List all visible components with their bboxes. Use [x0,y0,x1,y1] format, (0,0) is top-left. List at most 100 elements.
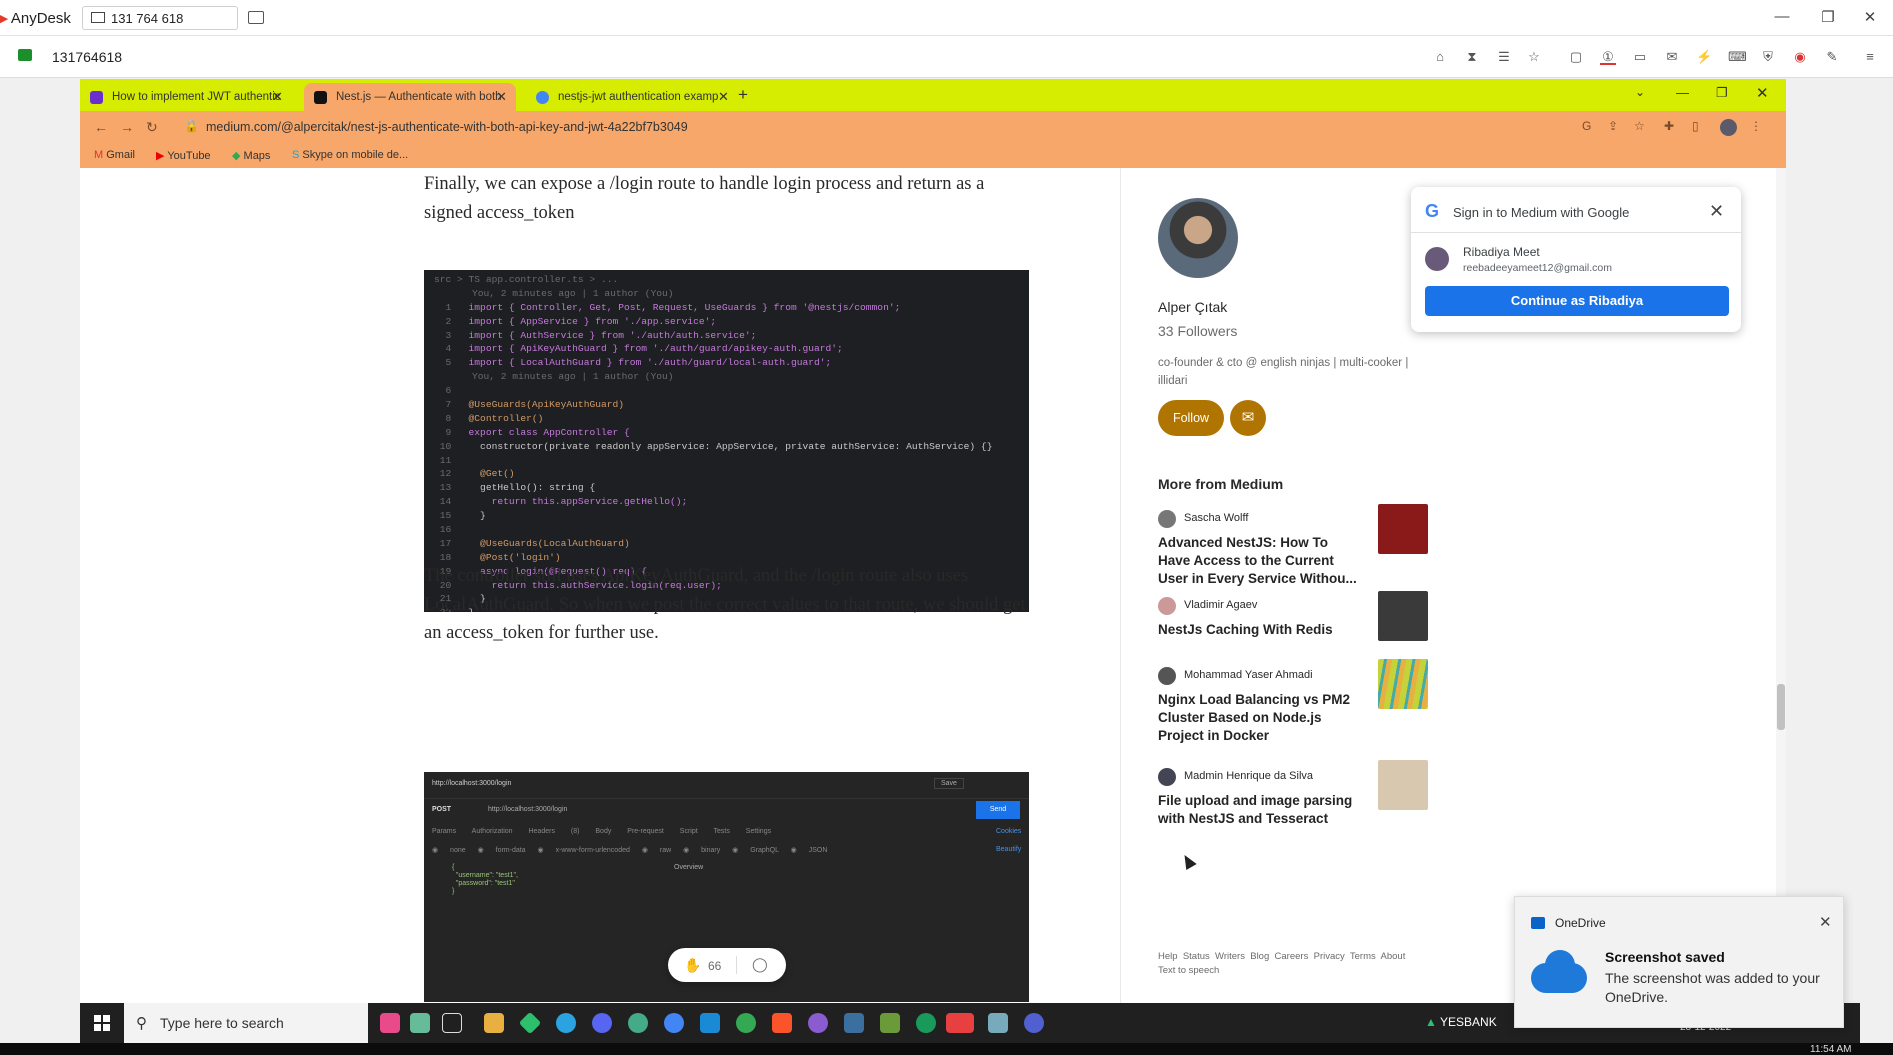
footer-link[interactable]: Privacy [1314,951,1345,962]
browser-close-button[interactable]: ✕ [1756,84,1769,102]
subscribe-email-icon[interactable]: ✉ [1230,400,1266,436]
footer-link[interactable]: Status [1183,951,1210,962]
story-thumbnail[interactable] [1378,591,1428,641]
taskbar-app-icon[interactable] [380,1013,400,1033]
story-title[interactable]: NestJs Caching With Redis [1158,621,1358,639]
story-author[interactable]: Mohammad Yaser Ahmadi [1158,667,1313,685]
star-icon[interactable]: ☆ [1526,49,1542,65]
story-thumbnail[interactable] [1378,760,1428,810]
browser-minimize-button[interactable]: — [1676,85,1689,100]
bookmark-star-icon[interactable]: ☆ [1634,119,1645,133]
footer-link[interactable]: Terms [1350,951,1376,962]
story-thumbnail[interactable] [1378,659,1428,709]
anydesk-address-field[interactable]: 131 764 618 [82,6,238,30]
brave-icon[interactable] [772,1013,792,1033]
continue-as-button[interactable]: Continue as Ribadiya [1425,286,1729,316]
story-title[interactable]: File upload and image parsing with NestJ… [1158,792,1358,828]
restore-button[interactable]: ❐ [1818,8,1838,26]
file-icon[interactable]: ▢ [1568,49,1584,65]
browser-restore-button[interactable]: ❐ [1716,85,1728,101]
bookmark-maps[interactable]: ◆ Maps [232,149,270,162]
footer-link[interactable]: Blog [1250,951,1269,962]
footer-link[interactable]: Help [1158,951,1178,962]
keyboard-icon[interactable]: ⌨ [1728,49,1747,65]
bookmark-youtube[interactable]: ▶ YouTube [156,149,211,162]
close-button[interactable]: ✕ [1860,8,1880,26]
display-icon[interactable]: ▭ [1632,49,1648,65]
follow-button[interactable]: Follow [1158,400,1224,436]
share-icon[interactable]: ⇪ [1608,119,1618,133]
minimize-button[interactable]: — [1772,8,1792,25]
chat-icon[interactable]: ✉ [1664,49,1680,65]
taskbar-app-icon[interactable] [410,1013,430,1033]
chrome-icon[interactable] [664,1013,684,1033]
comment-icon[interactable]: ◯ [752,956,768,973]
postgres-icon[interactable] [844,1013,864,1033]
author-avatar[interactable] [1158,198,1238,278]
bookmark-gmail[interactable]: M Gmail [94,149,135,161]
google-lens-icon[interactable]: G [1582,119,1591,133]
sourcetree-icon[interactable] [518,1011,542,1035]
extensions-icon[interactable]: ✚ [1664,119,1674,133]
page-scrollbar[interactable] [1776,168,1786,1003]
kebab-menu-icon[interactable]: ⋮ [1750,119,1762,133]
story-thumbnail[interactable] [1378,504,1428,554]
sidepanel-icon[interactable]: ▯ [1692,119,1699,133]
minecraft-icon[interactable] [880,1013,900,1033]
address-bar[interactable]: 🔒 medium.com/@alpercitak/nest-js-authent… [176,116,1676,138]
monitor-select-icon[interactable]: ① [1600,49,1616,65]
scrollbar-thumb[interactable] [1777,684,1785,730]
discord-icon[interactable] [592,1013,612,1033]
file-explorer-icon[interactable] [484,1013,504,1033]
chrome-icon[interactable] [736,1013,756,1033]
taskbar-search[interactable]: ⚲ Type here to search [124,1003,368,1043]
forward-icon[interactable]: → [120,119,134,135]
slack-icon[interactable] [628,1013,648,1033]
story-author[interactable]: Vladimir Agaev [1158,597,1257,615]
browser-tab[interactable]: nestjs-jwt authentication examp ✕ [526,83,738,111]
story-author[interactable]: Sascha Wolff [1158,510,1248,528]
vscode-icon[interactable] [700,1013,720,1033]
hourglass-icon[interactable]: ⧗ [1464,49,1480,65]
taskbar-time[interactable]: 11:54 AM [1810,1044,1852,1055]
windows-start-icon[interactable] [94,1015,110,1031]
github-desktop-icon[interactable] [808,1013,828,1033]
permissions-icon[interactable]: ⛨ [1760,49,1776,65]
footer-link[interactable]: Writers [1215,951,1245,962]
footer-link[interactable]: Text to speech [1158,965,1219,976]
new-tab-button[interactable]: + [738,85,748,105]
task-view-icon[interactable] [442,1013,462,1033]
close-icon[interactable]: ✕ [1819,913,1832,931]
story-title[interactable]: Nginx Load Balancing vs PM2 Cluster Base… [1158,691,1358,745]
record-icon[interactable]: ◉ [1792,49,1808,65]
back-icon[interactable]: ← [94,119,108,135]
author-followers[interactable]: 33 Followers [1158,323,1237,339]
action-icon[interactable]: ⚡ [1696,49,1712,65]
telegram-icon[interactable] [556,1013,576,1033]
bookmark-skype[interactable]: S Skype on mobile de... [292,149,408,161]
story-title[interactable]: Advanced NestJS: How To Have Access to t… [1158,534,1358,588]
mongodb-icon[interactable] [916,1013,936,1033]
reload-icon[interactable]: ↻ [146,119,158,136]
profile-avatar[interactable] [1720,119,1737,136]
close-icon[interactable]: ✕ [1709,201,1724,222]
database-icon[interactable]: ☰ [1496,49,1512,65]
new-session-icon[interactable] [248,11,264,24]
footer-link[interactable]: About [1381,951,1406,962]
privacy-icon[interactable]: ⌂ [1432,49,1448,65]
anydesk-icon[interactable] [946,1013,974,1033]
browser-tab[interactable]: How to implement JWT authentic ✕ [80,83,292,111]
tab-close-icon[interactable]: ✕ [718,89,729,105]
tab-search-icon[interactable]: ⌄ [1635,85,1645,99]
notes-icon[interactable] [988,1013,1008,1033]
author-name[interactable]: Alper Çıtak [1158,299,1227,315]
menu-icon[interactable]: ≡ [1862,49,1878,65]
bank-widget[interactable]: ▲ YESBANK [1425,1015,1497,1029]
clap-icon[interactable]: ✋ [684,957,701,974]
obs-icon[interactable] [1024,1013,1044,1033]
story-author[interactable]: Madmin Henrique da Silva [1158,768,1313,786]
tab-close-icon[interactable]: ✕ [272,89,283,105]
pen-icon[interactable]: ✎ [1824,49,1840,65]
browser-tab-active[interactable]: Nest.js — Authenticate with both ✕ [304,83,516,111]
tab-close-icon[interactable]: ✕ [496,89,507,105]
